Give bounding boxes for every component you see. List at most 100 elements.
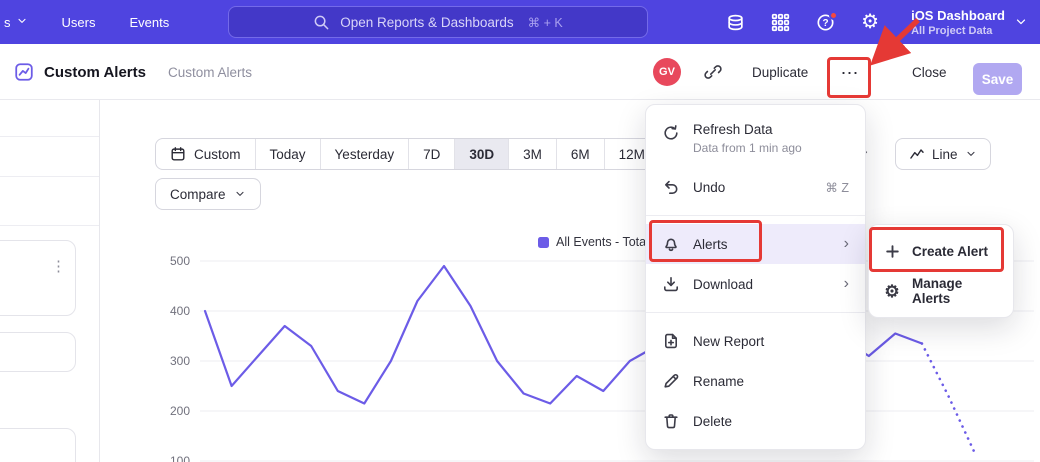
nav-item-label: s [4, 15, 11, 30]
share-link-icon[interactable] [704, 63, 722, 81]
menu-item-undo[interactable]: Undo ⌘ Z [646, 167, 865, 207]
gear-icon: ⚙ [884, 283, 899, 300]
report-chart-icon [14, 62, 34, 82]
nav-item-label: Events [129, 15, 169, 30]
left-sidebar: ⋮ [0, 100, 100, 462]
date-range-yesterday[interactable]: Yesterday [320, 139, 409, 169]
menu-item-alerts[interactable]: Alerts › [646, 224, 865, 264]
range-label: Today [270, 147, 306, 162]
date-range-30d[interactable]: 30D [454, 139, 508, 169]
sidebar-divider [0, 136, 99, 137]
svg-text:300: 300 [170, 354, 190, 368]
chevron-down-icon [965, 148, 977, 160]
page-title: Custom Alerts [44, 64, 146, 81]
data-sources-icon[interactable] [726, 13, 745, 32]
sidebar-report-card[interactable] [0, 332, 76, 372]
range-label: Custom [194, 147, 241, 162]
notification-dot [829, 11, 838, 20]
calendar-icon [170, 146, 186, 162]
bell-icon [662, 235, 680, 253]
menu-item-label: Alerts [693, 237, 728, 252]
nav-item-events[interactable]: Events [129, 15, 169, 30]
date-range-7d[interactable]: 7D [408, 139, 454, 169]
sidebar-divider [0, 176, 99, 177]
chart-legend: All Events - Total [538, 235, 649, 249]
date-range-segmented-control: CustomTodayYesterday7D30D3M6M12M [155, 138, 660, 170]
range-label: 3M [523, 147, 542, 162]
apps-grid-icon[interactable] [771, 13, 790, 32]
menu-item-download[interactable]: Download› [646, 264, 865, 304]
data-sources-icon [726, 13, 745, 32]
submenu-item-manage-alerts[interactable]: ⚙ Manage Alerts [869, 271, 1013, 311]
chevron-down-icon [16, 15, 28, 30]
date-range-custom[interactable]: Custom [156, 139, 255, 169]
save-button[interactable]: Save [973, 63, 1022, 95]
sidebar-divider [0, 225, 99, 226]
range-label: 7D [423, 147, 440, 162]
legend-swatch [538, 237, 549, 248]
svg-text:?: ? [823, 17, 829, 28]
download-icon [662, 275, 680, 293]
chart-type-button[interactable]: Line [895, 138, 991, 170]
search-shortcut: ⌘ + K [528, 15, 563, 30]
new-report-icon [662, 332, 680, 350]
more-options-menu: Refresh DataData from 1 min ago Undo ⌘ Z Al… [645, 104, 866, 450]
refresh-icon [662, 124, 680, 142]
menu-item-rename[interactable]: Rename [646, 361, 865, 401]
duplicate-button[interactable]: Duplicate [752, 65, 808, 80]
submenu-item-label: Create Alert [912, 244, 988, 259]
search-icon [313, 14, 330, 31]
avatar[interactable]: GV [653, 58, 681, 86]
help-icon[interactable]: ? [816, 13, 835, 32]
chevron-down-icon [1014, 15, 1028, 29]
menu-item-label: Download [693, 277, 753, 292]
menu-item-shortcut: ⌘ Z [825, 180, 849, 195]
alerts-submenu: Create Alert ⚙ Manage Alerts [868, 224, 1014, 318]
undo-icon [662, 178, 680, 196]
menu-item-label: Delete [693, 414, 732, 429]
svg-text:400: 400 [170, 304, 190, 318]
breadcrumb: Custom Alerts [168, 65, 252, 80]
menu-divider [646, 312, 865, 313]
sidebar-report-card[interactable] [0, 428, 76, 462]
compare-button[interactable]: Compare [155, 178, 261, 210]
chevron-down-icon [965, 148, 977, 160]
menu-item-label: Rename [693, 374, 744, 389]
submenu-item-label: Manage Alerts [912, 276, 999, 306]
search-icon [313, 14, 330, 31]
menu-item-refresh-data[interactable]: Refresh DataData from 1 min ago [646, 113, 865, 167]
nav-item-boards[interactable]: s [4, 15, 28, 30]
date-range-6m[interactable]: 6M [556, 139, 604, 169]
date-range-today[interactable]: Today [255, 139, 320, 169]
settings-gear-icon[interactable]: ⚙ [861, 12, 879, 32]
range-label: 30D [469, 147, 494, 162]
chart-type-label: Line [932, 147, 958, 162]
menu-divider [646, 215, 865, 216]
pencil-icon [662, 372, 680, 390]
search-placeholder: Open Reports & Dashboards [340, 15, 513, 30]
more-vertical-icon[interactable]: ⋮ [51, 257, 66, 275]
date-range-3m[interactable]: 3M [508, 139, 556, 169]
menu-item-label: New Report [693, 334, 764, 349]
more-options-button[interactable]: ⋯ [832, 61, 868, 85]
nav-item-label: Users [62, 15, 96, 30]
menu-item-new-report[interactable]: New Report [646, 321, 865, 361]
range-label: Yesterday [335, 147, 395, 162]
close-button[interactable]: Close [912, 65, 947, 80]
project-switcher[interactable]: iOS Dashboard All Project Data [911, 8, 1028, 37]
chevron-down-icon [234, 188, 246, 200]
menu-item-delete[interactable]: Delete [646, 401, 865, 441]
chevron-right-icon: › [844, 236, 849, 252]
chevron-down-icon [1014, 15, 1028, 29]
apps-grid-icon [771, 13, 790, 32]
menu-item-label: Undo [693, 180, 725, 195]
plus-icon [884, 243, 901, 260]
top-navigation-bar: s Users Events Open Reports & Dashboards… [0, 0, 1040, 44]
global-search-input[interactable]: Open Reports & Dashboards ⌘ + K [228, 6, 648, 38]
sidebar-report-card[interactable]: ⋮ [0, 240, 76, 316]
trash-icon [662, 412, 680, 430]
nav-item-users[interactable]: Users [62, 15, 96, 30]
line-chart-icon [909, 146, 925, 162]
submenu-item-create-alert[interactable]: Create Alert [869, 231, 1013, 271]
menu-item-sublabel: Data from 1 min ago [693, 141, 802, 155]
